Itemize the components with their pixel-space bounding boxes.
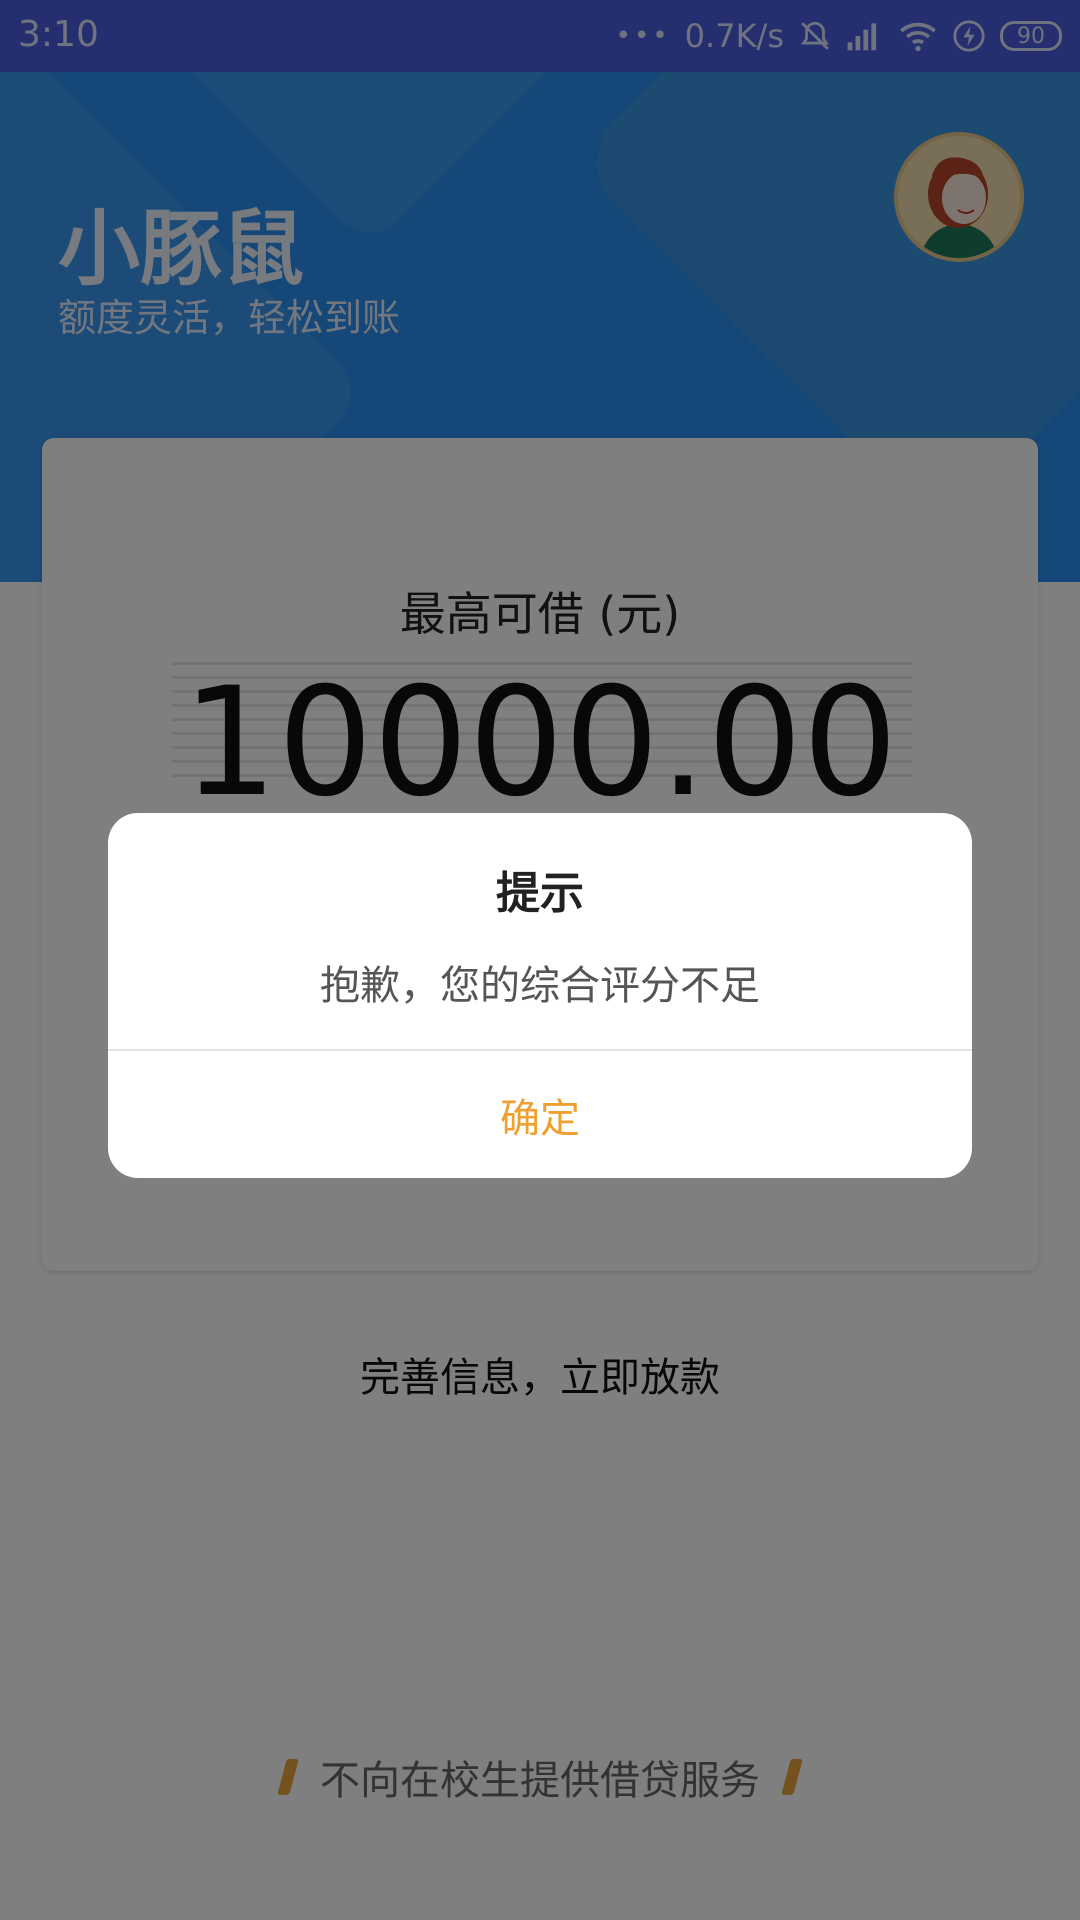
dialog-title: 提示 — [496, 868, 584, 919]
confirm-button[interactable]: 确定 — [108, 1051, 972, 1178]
alert-dialog: 提示 抱歉，您的综合评分不足 确定 — [108, 813, 972, 1178]
dialog-message: 抱歉，您的综合评分不足 — [320, 963, 760, 1009]
